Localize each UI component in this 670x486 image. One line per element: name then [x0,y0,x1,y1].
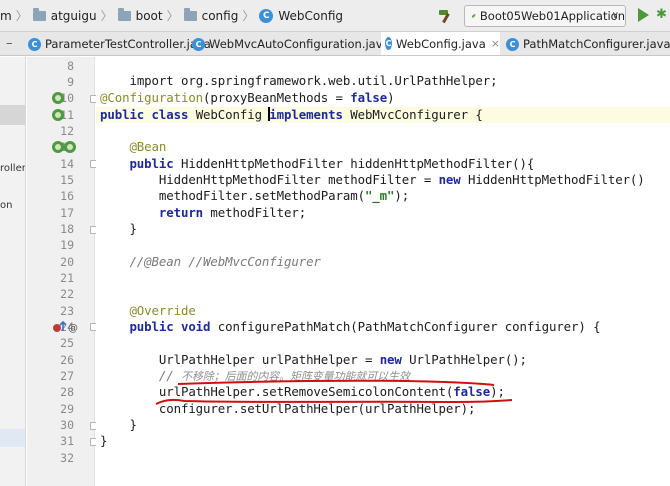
editor-gutter: 8 9 10 11 12 13 14 15 16 17 18 19 20 21 … [27,57,97,486]
line-number: 22 [60,287,74,301]
code-editor[interactable]: import org.springframework.web.util.UrlP… [96,57,670,486]
minimize-icon[interactable]: – [6,36,13,51]
code-line: // 不移除；后面的内容。矩阵变量功能就可以生效 [100,368,410,383]
spring-bean-icon[interactable] [52,92,64,104]
code-line: @Configuration(proxyBeanMethods = false) [100,90,395,105]
code-line: urlPathHelper.setRemoveSemicolonContent(… [100,384,505,399]
breadcrumb-item[interactable]: m 〉 [0,7,33,24]
line-number: 26 [60,353,74,367]
line-number: 12 [60,124,74,138]
tree-item-fragment[interactable]: on [0,200,12,211]
line-number: 30 [60,418,74,432]
breadcrumb: m 〉 atguigu 〉 boot 〉 config 〉 C WebConfig [0,7,343,24]
project-tree-panel: roller on [0,57,26,486]
spring-bean-icon[interactable] [52,141,64,153]
line-number: 8 [67,59,74,73]
tab-path-match-configurer[interactable]: C PathMatchConfigurer.java × [502,32,670,55]
debug-icon[interactable]: ✱ [656,7,670,23]
breadcrumb-item[interactable]: boot 〉 [117,7,184,24]
highlighted-tree-row[interactable] [0,429,25,447]
line-number: 21 [60,271,74,285]
spring-bean-icon[interactable] [52,109,64,121]
chevron-down-icon: ∨ [611,10,619,21]
folder-icon [32,7,46,21]
code-line: configurer.setUrlPathHelper(urlPathHelpe… [100,401,476,416]
code-line: } [100,433,108,448]
code-line-current: public class WebConfig implements WebMvc… [96,107,670,123]
breadcrumb-item[interactable]: atguigu 〉 [32,7,118,24]
tab-parameter-test-controller[interactable]: C ParameterTestController.java [24,32,211,55]
class-icon: C [385,37,393,50]
line-number: 9 [67,75,74,89]
run-configuration-label: Boot05Web01Application [479,9,625,23]
close-icon[interactable]: × [491,37,500,50]
line-number: 27 [60,369,74,383]
code-line: @Bean [100,139,167,154]
override-icon[interactable]: @ [52,320,78,334]
line-number: 17 [60,206,74,220]
code-line: } [100,417,137,432]
hammer-icon[interactable] [437,8,455,24]
tab-webmvc-auto-configuration[interactable]: C WebMvcAutoConfiguration.java × [188,32,404,55]
code-line: return methodFilter; [100,205,307,220]
line-number: 29 [60,402,74,416]
code-line: UrlPathHelper urlPathHelper = new UrlPat… [100,352,527,367]
breadcrumb-item[interactable]: config 〉 [183,7,260,24]
code-line: methodFilter.setMethodParam("_m"); [100,188,410,203]
class-icon: C [192,37,205,51]
line-number: 14 [60,157,74,171]
class-icon: C [506,37,519,51]
line-number: 11 [60,108,74,122]
code-line: @Override [100,303,196,318]
tab-webconfig[interactable]: C WebConfig.java × [381,32,500,55]
code-line: public void configurePathMatch(PathMatch… [100,319,601,334]
svg-text:@: @ [68,323,78,334]
code-line: public HiddenHttpMethodFilter hiddenHttp… [100,156,535,171]
line-number: 10 [60,91,74,105]
code-line: import org.springframework.web.util.UrlP… [129,73,498,88]
tree-item-fragment[interactable]: roller [0,163,25,174]
spring-bean-icon[interactable] [64,141,76,153]
run-icon[interactable] [636,7,649,23]
line-number: 16 [60,189,74,203]
navigation-bar: m 〉 atguigu 〉 boot 〉 config 〉 C WebConfig Bo… [0,0,670,32]
run-configuration-dropdown[interactable]: Boot05Web01Application ∨ [464,5,626,27]
code-line: } [100,221,137,236]
line-number: 15 [60,173,74,187]
line-number: 18 [60,222,74,236]
line-number: 20 [60,255,74,269]
line-number: 23 [60,304,74,318]
folder-icon [117,7,131,21]
line-number: 28 [60,385,74,399]
class-icon: C [28,37,41,51]
spring-boot-icon [471,13,476,18]
selected-tree-row[interactable] [0,105,25,125]
code-line: //@Bean //WebMvcConfigurer [100,254,321,269]
class-icon: C [259,8,274,23]
line-number: 19 [60,238,74,252]
code-line: HiddenHttpMethodFilter methodFilter = ne… [100,172,645,187]
line-number: 32 [60,451,74,465]
line-number: 25 [60,336,74,350]
folder-icon [183,7,197,21]
editor-tab-bar: – C ParameterTestController.java C WebMv… [0,32,670,56]
line-number: 31 [60,434,74,448]
breadcrumb-item-current[interactable]: C WebConfig [259,8,343,23]
